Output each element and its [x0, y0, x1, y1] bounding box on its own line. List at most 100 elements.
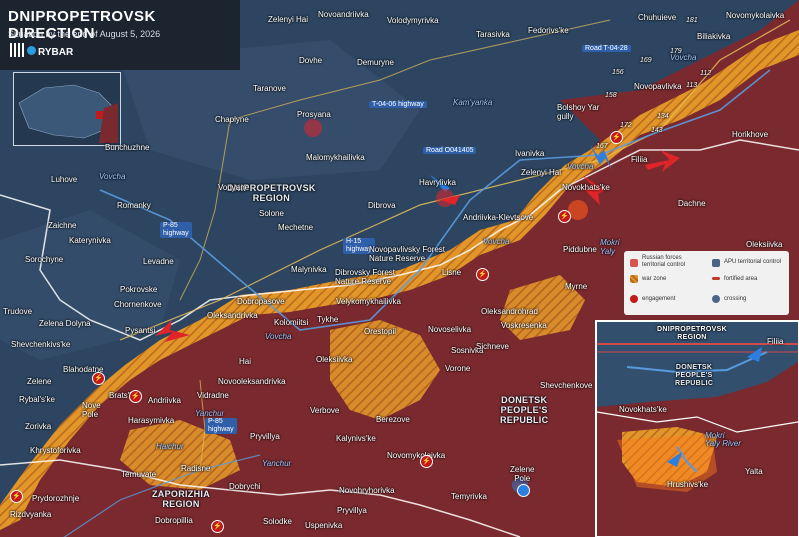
overview-inset-map — [13, 72, 121, 146]
title-panel: DNIPROPETROVSK DIRECTION Situation by th… — [0, 0, 240, 70]
inset-canvas — [18, 84, 118, 143]
settlement-label: Uspenivka — [305, 521, 343, 530]
settlement-label: Andriivka — [148, 396, 181, 405]
settlement-label: Dobrychi — [229, 482, 261, 491]
outpost-number: 158 — [605, 92, 617, 99]
legend-item-apu: APU territorial control — [724, 259, 782, 265]
settlement-label: Sichneve — [476, 342, 509, 351]
engagement-marker[interactable]: ⚡ — [129, 390, 142, 403]
river-label: Haichur — [156, 442, 184, 451]
settlement-label: Vorone — [445, 364, 471, 373]
detail-settlement-label: Hrushivs'ke — [667, 480, 709, 489]
settlement-label: Luhove — [51, 175, 78, 184]
settlement-label: Sorochyne — [25, 255, 64, 264]
settlement-label: Horikhove — [732, 130, 769, 139]
river-label: Vovcha — [483, 237, 510, 246]
settlement-label: Novomykolaivka — [387, 451, 446, 460]
settlement-label: Hai — [239, 357, 252, 366]
settlement-label: Ivanivka — [515, 149, 545, 158]
crossing-icon — [712, 295, 720, 303]
legend-item-crossing: crossing — [724, 296, 747, 302]
settlement-label: Levadne — [143, 257, 174, 266]
settlement-label: Oleksandrohrad — [481, 307, 538, 316]
detail-settlement-label: Novokhats'ke — [619, 405, 667, 414]
engagement-glow — [568, 200, 588, 220]
settlement-label: Zorivka — [25, 422, 52, 431]
engagement-marker[interactable]: ⚡ — [610, 131, 623, 144]
settlement-label: Fedorivs'ke — [528, 26, 569, 35]
settlement-label: Shevchenkove — [540, 381, 593, 390]
settlement-label: Novopavlivka — [634, 82, 682, 91]
river-label: Vovcha — [265, 332, 292, 341]
settlement-label: Chornenkove — [114, 300, 162, 309]
settlement-label: Zelena Dolyna — [39, 319, 91, 328]
outpost-number: 143 — [651, 127, 663, 134]
settlement-label: Chaplyne — [215, 115, 249, 124]
engagement-icon — [630, 295, 638, 303]
settlement-label: Zelene Pole — [510, 465, 535, 483]
settlement-label: Demuryne — [357, 58, 394, 67]
settlement-label: Rybal's'ke — [19, 395, 55, 404]
settlement-label: Radisne — [181, 464, 211, 473]
brand-logo: RYBAR — [38, 47, 74, 58]
settlement-label: Dachne — [678, 199, 706, 208]
settlement-label: Rizdvyanka — [10, 510, 52, 519]
settlement-label: Novooleksandrivka — [218, 377, 286, 386]
outpost-number: 156 — [612, 69, 624, 76]
settlement-label: Pryvillya — [337, 506, 367, 515]
region-label-zaporizhia: ZAPORIZHIA REGION — [152, 489, 210, 509]
settlement-label: Bunchuzhne — [105, 143, 150, 152]
settlement-label: Pokrovske — [120, 285, 158, 294]
detail-settlement-label: Yalta — [745, 467, 763, 476]
settlement-label: Dibrova — [368, 201, 396, 210]
engagement-marker[interactable]: ⚡ — [211, 520, 224, 533]
settlement-label: Solodke — [263, 517, 292, 526]
feature-label: Bolshoy Yar gully — [557, 103, 600, 121]
settlement-label: Orestopil — [364, 327, 397, 336]
feature-label: Dibrovsky Forest Nature Reserve — [335, 268, 396, 286]
settlement-label: Vidradne — [197, 391, 229, 400]
detail-river-label: Mokri Yaly River — [705, 431, 741, 448]
detail-inset-map[interactable]: DNIPROPETROVSK REGION DONETSK PEOPLE'S R… — [595, 320, 799, 537]
engagement-marker[interactable]: ⚡ — [92, 372, 105, 385]
engagement-marker[interactable]: ⚡ — [10, 490, 23, 503]
settlement-label: Novokhats'ke — [562, 183, 610, 192]
settlement-label: Voskresenka — [501, 321, 547, 330]
river-label: Yanchur — [195, 409, 225, 418]
settlement-label: Pysantsi — [125, 326, 156, 335]
map-view[interactable]: DNIPROPETROVSK DIRECTION Situation by th… — [0, 0, 799, 537]
settlement-label: Biliakivka — [697, 32, 731, 41]
crossing-marker[interactable] — [517, 484, 530, 497]
road-label: Road T-04-28 — [582, 45, 631, 52]
river-label: Vovcha — [567, 162, 594, 171]
settlement-label: Taranove — [253, 84, 286, 93]
engagement-glow — [436, 189, 454, 207]
settlement-label: Dobropasove — [237, 297, 285, 306]
outpost-number: 169 — [640, 57, 652, 64]
map-subtitle: Situation by the end of August 5, 2026 — [8, 29, 161, 39]
settlement-label: Malomykhailivka — [306, 153, 365, 162]
settlement-label: Zelenyi Hai — [268, 15, 309, 24]
settlement-label: Novohryhorivka — [339, 486, 395, 495]
engagement-marker[interactable]: ⚡ — [558, 210, 571, 223]
settlement-label: Dovhe — [299, 56, 323, 65]
settlement-label: Piddubne — [563, 245, 597, 254]
outpost-number: 172 — [620, 122, 632, 129]
feature-label: Novopavlivsky Forest Nature Reserve — [369, 245, 446, 263]
settlement-label: Andriivka-Klevtsove — [463, 213, 534, 222]
settlement-label: Havrylivka — [419, 178, 456, 187]
road-label: Road O041405 — [423, 147, 477, 154]
legend-item-russian: Russian forces territorial control — [642, 255, 686, 268]
settlement-label: Zaichne — [48, 221, 77, 230]
settlement-label: Mechetne — [278, 223, 314, 232]
settlement-label: Katerynivka — [69, 236, 111, 245]
outpost-number: 179 — [670, 48, 682, 55]
settlement-label: Solone — [259, 209, 284, 218]
settlement-label: Novoandriivka — [318, 10, 369, 19]
settlement-label: Romanky — [117, 201, 151, 210]
detail-region-label: DNIPROPETROVSK REGION — [657, 326, 727, 341]
river-label: Mokri Yaly — [600, 238, 620, 256]
settlement-label: Oleksiivka — [316, 355, 353, 364]
engagement-marker[interactable]: ⚡ — [420, 455, 433, 468]
engagement-marker[interactable]: ⚡ — [476, 268, 489, 281]
